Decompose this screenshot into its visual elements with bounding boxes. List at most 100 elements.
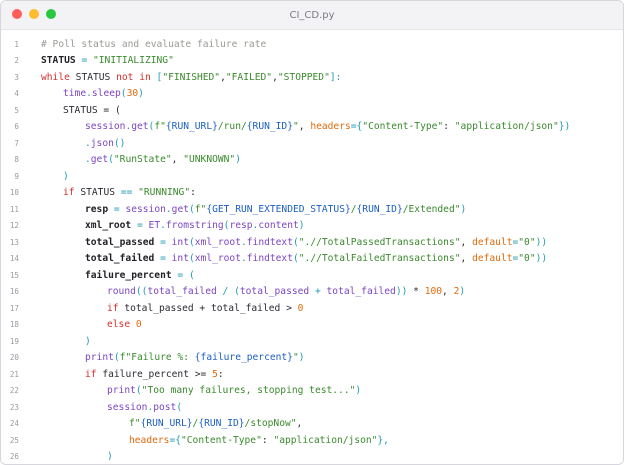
code-token: "Too many failures, stopping test..." [141, 385, 356, 396]
code-token: if [107, 302, 119, 314]
code-token: ) [63, 170, 69, 182]
code-token: / ( [216, 286, 240, 297]
code-token: "UNKNOWN" [183, 154, 236, 165]
code-token: if [85, 368, 97, 380]
code-token: content [258, 220, 299, 231]
code-token: headers [129, 434, 170, 446]
code-token: f" [154, 121, 166, 132]
line-number: 8 [14, 155, 19, 164]
code-token: {RUN_ID} [198, 418, 245, 429]
code-token: total_failed [326, 286, 396, 297]
line-number: 23 [9, 402, 19, 412]
code-editor[interactable]: 1 # Poll status and evaluate failure rate… [1, 30, 623, 464]
code-line: 14 total_failed = int(xml_root.findtext("… [1, 251, 623, 268]
code-token: default [472, 253, 513, 264]
code-token: ) [459, 286, 466, 297]
code-token: }) [558, 121, 571, 132]
line-number: 25 [9, 435, 19, 445]
code-line: 20 print(f"Failure %: {failure_percent}") [1, 350, 623, 367]
code-token: , [460, 236, 473, 248]
code-token: else [107, 319, 131, 330]
code-token: session [85, 121, 126, 132]
code-token: {RUN_ID} [246, 121, 293, 132]
code-token: "application/json" [273, 434, 378, 446]
code-token: : [261, 434, 274, 446]
code-token: ]: [329, 71, 342, 83]
code-line: 23 session.post( [1, 400, 623, 417]
line-number: 2 [14, 56, 19, 65]
code-text: xml_root = ET.fromstring(resp.content) [85, 218, 305, 235]
code-token: * [407, 286, 425, 297]
code-token: time [63, 88, 87, 99]
code-token: : [217, 368, 224, 380]
line-number: 1 [14, 39, 19, 49]
line-number: 19 [9, 336, 19, 346]
line-number: 3 [14, 72, 19, 82]
code-token: session [125, 203, 166, 215]
code-token: ) [235, 154, 241, 165]
code-line: 12 xml_root = ET.fromstring(resp.content) [1, 218, 623, 235]
code-line: 13 total_passed = int(xml_root.findtext("… [1, 235, 623, 252]
line-number: 14 [9, 254, 19, 263]
code-line: 22 print("Too many failures, stopping tes… [1, 383, 623, 400]
code-token: total_passed [85, 236, 155, 248]
code-token: ".//TotalFailedTransactions" [298, 253, 461, 264]
code-token: ( [188, 269, 195, 281]
code-line: 21 if failure_percent >= 5: [1, 367, 623, 384]
line-number: 7 [14, 138, 19, 148]
code-text: resp = session.get(f"{GET_RUN_EXTENDED_S… [85, 202, 466, 219]
code-token: findtext [246, 253, 293, 264]
code-line: 18 else 0 [1, 317, 623, 334]
code-token: STATUS [74, 187, 121, 198]
line-number: 26 [9, 452, 19, 461]
line-number: 15 [9, 270, 19, 280]
code-token: ".//TotalPassedTransactions" [298, 236, 461, 248]
code-token: : [190, 187, 196, 198]
code-token: total_passed + total_failed > [118, 302, 298, 314]
code-text: session.post( [107, 400, 182, 417]
line-number: 6 [14, 122, 19, 131]
code-token: ) [298, 220, 305, 231]
code-text: else 0 [107, 317, 142, 334]
editor-window: CI_CD.py 1 # Poll status and evaluate fai… [0, 0, 624, 465]
code-text: STATUS = ( [63, 103, 121, 120]
code-line: 16 round((total_failed / (total_passed + … [1, 284, 623, 301]
code-token: failure_percent [85, 269, 172, 281]
code-token: , [296, 418, 303, 429]
code-token: ) [298, 352, 305, 363]
code-text: time.sleep(30) [63, 86, 144, 103]
code-text: .get("RunState", "UNKNOWN") [85, 152, 241, 169]
code-token: ET [142, 220, 161, 231]
code-token: get [171, 203, 189, 215]
code-token: f" [194, 203, 207, 215]
code-line: 19) [1, 334, 623, 351]
code-token: post [153, 401, 177, 413]
code-line: 25 headers={"Content-Type": "application/… [1, 433, 623, 450]
code-line: 3 while STATUS not in ["FINISHED","FAILED… [1, 70, 623, 87]
code-token: "application/json" [454, 121, 559, 132]
code-token: xml_root [194, 253, 241, 264]
code-text: if failure_percent >= 5: [85, 367, 224, 384]
code-token: int [171, 253, 189, 264]
code-token: ) [460, 203, 467, 215]
code-token: not in [116, 71, 151, 83]
code-token: STATUS [41, 55, 76, 66]
code-token: 0 [297, 302, 304, 314]
code-token: "FAILED" [225, 71, 273, 83]
code-text: ) [85, 334, 91, 351]
code-token: xml_root [85, 220, 132, 231]
code-text: if total_passed + total_failed > 0 [107, 301, 303, 318]
code-token: "RunState" [113, 154, 172, 165]
code-text: total_failed = int(xml_root.findtext("./… [85, 251, 547, 268]
code-token: {failure_percent} [194, 352, 293, 363]
code-token: ) [138, 88, 144, 99]
code-token: /Extended" [402, 203, 461, 215]
code-token: print [107, 385, 136, 396]
code-token: f" [129, 418, 141, 429]
code-token: xml_root [194, 236, 241, 248]
line-number: 4 [14, 89, 19, 98]
code-line: 9) [1, 169, 623, 186]
line-number: 11 [9, 204, 19, 214]
code-text: round((total_failed / (total_passed + to… [107, 284, 465, 301]
code-text: STATUS = "INITIALIZING" [41, 53, 174, 70]
